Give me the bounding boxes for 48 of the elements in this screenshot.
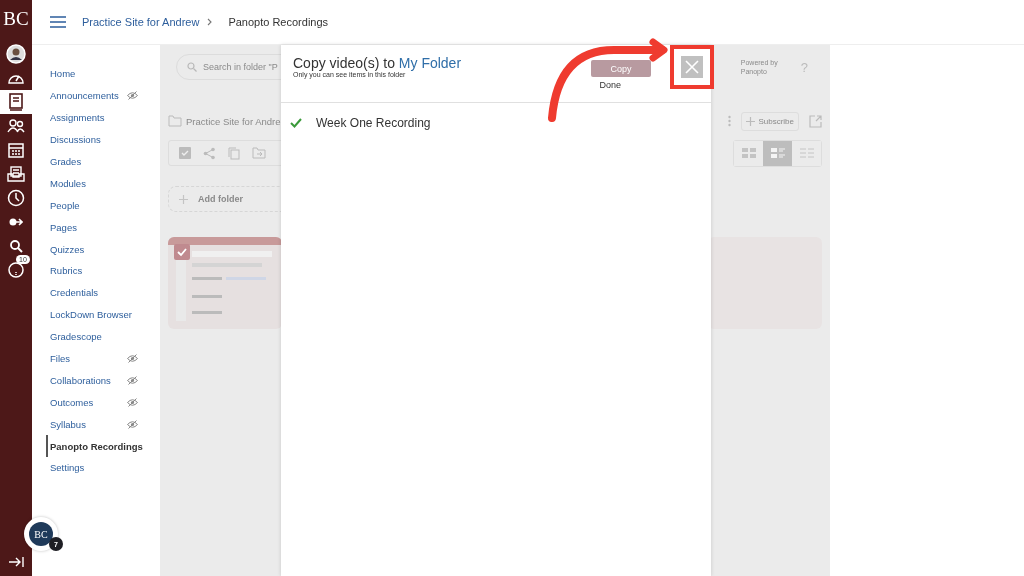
courses-nav-item[interactable] [0, 90, 32, 114]
chevron-icon [207, 18, 213, 26]
video-title: Week One Recording [316, 116, 431, 130]
course-nav-link[interactable]: Discussions [46, 128, 160, 151]
course-nav-link[interactable]: Rubrics [46, 260, 160, 282]
search-icon [187, 62, 197, 72]
course-nav-link[interactable]: Gradescope [46, 325, 160, 348]
school-logo[interactable]: BC [3, 8, 29, 42]
inbox-icon [7, 166, 25, 182]
help-icon [8, 262, 24, 278]
course-nav-link[interactable]: Modules [46, 172, 160, 195]
detail-list-icon [770, 148, 785, 158]
course-nav-link[interactable]: Credentials [46, 281, 160, 304]
breadcrumb-link[interactable]: Panopto Recordings [228, 16, 329, 28]
course-nav-link[interactable]: Syllabus [46, 413, 160, 436]
course-nav-link[interactable]: LockDown Browser [46, 303, 160, 326]
checkbox-icon[interactable] [179, 147, 191, 159]
course-nav-link[interactable]: Grades [46, 150, 160, 173]
course-nav-link[interactable]: Announcements [46, 84, 160, 107]
course-nav-link[interactable]: People [46, 194, 160, 217]
course-nav-link[interactable]: Collaborations [46, 369, 160, 392]
checkbox-icon[interactable] [174, 244, 190, 260]
menu-icon[interactable] [50, 16, 66, 28]
course-nav-link[interactable]: Assignments [46, 106, 160, 129]
search-placeholder: Search in folder "P [203, 62, 278, 72]
folder-icon [168, 115, 182, 127]
arrow-icon [9, 217, 23, 227]
folder-path: Practice Site for Andre [186, 115, 281, 127]
close-icon [685, 60, 699, 74]
avatar-icon [6, 44, 26, 64]
course-nav-link[interactable]: Pages [46, 216, 160, 239]
clock-icon [7, 189, 25, 207]
breadcrumb-link[interactable]: Practice Site for Andrew [82, 16, 200, 28]
course-nav-link[interactable]: Outcomes [46, 391, 160, 414]
book-icon [8, 93, 24, 111]
collapse-icon[interactable] [8, 556, 24, 568]
plus-icon [179, 194, 188, 204]
highlight-box [670, 45, 714, 89]
grid-icon [741, 148, 756, 158]
course-nav-link[interactable]: Files [46, 347, 160, 370]
search-icon [9, 239, 23, 253]
plus-icon [746, 116, 756, 126]
people-icon [7, 119, 25, 133]
course-nav-link[interactable]: Settings [46, 457, 160, 479]
status-text: Done [599, 80, 621, 90]
course-nav-link[interactable]: Home [46, 63, 160, 85]
course-nav-link[interactable]: Quizzes [46, 238, 160, 260]
calendar-icon [8, 142, 24, 158]
